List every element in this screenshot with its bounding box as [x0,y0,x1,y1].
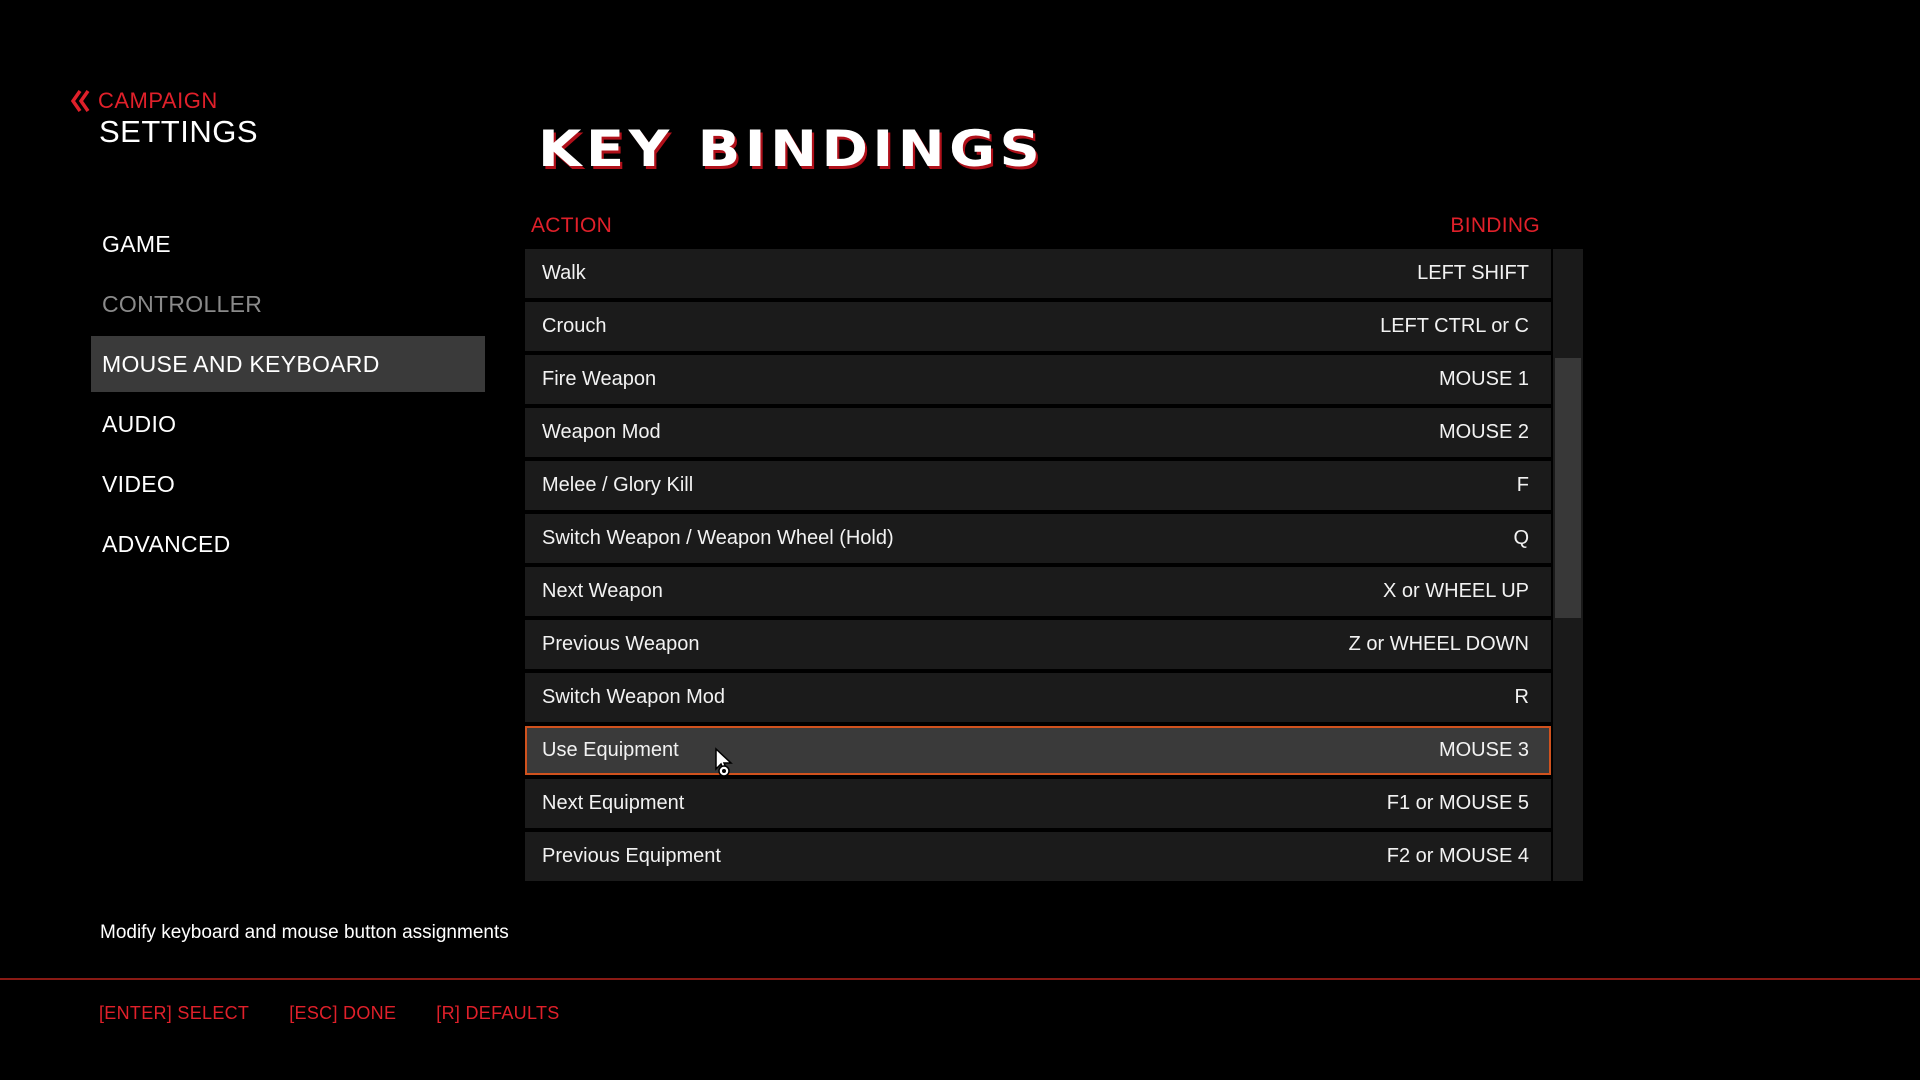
sidebar-item-advanced[interactable]: ADVANCED [91,516,485,572]
column-header-binding: BINDING [1450,214,1540,237]
binding-value: R [1514,686,1529,708]
back-label: CAMPAIGN [98,88,218,113]
action-label: Next Weapon [542,580,663,602]
binding-value: LEFT SHIFT [1417,262,1529,284]
action-label: Crouch [542,315,607,337]
binding-row-selected[interactable]: Use Equipment MOUSE 3 [525,726,1551,775]
sidebar-item-label: GAME [102,230,171,257]
sidebar-item-controller[interactable]: CONTROLLER [91,276,485,332]
sidebar-item-mouse-and-keyboard[interactable]: MOUSE AND KEYBOARD [91,336,485,392]
sidebar-item-label: MOUSE AND KEYBOARD [102,350,380,377]
action-label: Next Equipment [542,792,685,814]
double-chevron-left-icon [70,89,90,113]
footer-divider [0,978,1920,980]
binding-value: F2 or MOUSE 4 [1386,845,1529,867]
sidebar-item-video[interactable]: VIDEO [91,456,485,512]
binding-value: MOUSE 2 [1438,421,1529,443]
scrollbar-thumb[interactable] [1555,358,1581,618]
action-label: Walk [542,262,586,284]
action-label: Previous Weapon [542,633,700,655]
action-label: Switch Weapon Mod [542,686,726,708]
action-label: Use Equipment [542,739,679,761]
binding-value: X or WHEEL UP [1383,580,1529,602]
binding-value: Z or WHEEL DOWN [1348,633,1529,655]
binding-row[interactable]: Next Weapon X or WHEEL UP [525,567,1551,616]
sidebar-item-audio[interactable]: AUDIO [91,396,485,452]
binding-value: Q [1513,527,1529,549]
binding-row[interactable]: Walk LEFT SHIFT [525,249,1551,298]
sidebar-item-game[interactable]: GAME [91,216,485,272]
done-hint-button[interactable]: [ESC] DONE [289,1003,396,1024]
binding-row[interactable]: Crouch LEFT CTRL or C [525,302,1551,351]
settings-sidebar: GAME CONTROLLER MOUSE AND KEYBOARD AUDIO… [91,216,485,576]
binding-row[interactable]: Melee / Glory Kill F [525,461,1551,510]
action-label: Weapon Mod [542,421,661,443]
settings-screen: CAMPAIGN SETTINGS GAME CONTROLLER MOUSE … [0,0,1920,1080]
select-hint-button[interactable]: [ENTER] SELECT [99,1003,249,1024]
action-label: Previous Equipment [542,845,721,867]
binding-row[interactable]: Weapon Mod MOUSE 2 [525,408,1551,457]
sidebar-item-label: VIDEO [102,470,176,497]
binding-row[interactable]: Previous Weapon Z or WHEEL DOWN [525,620,1551,669]
section-title: KEY BINDINGS [538,120,1045,178]
sidebar-item-label: ADVANCED [102,530,231,557]
footer-hints: [ENTER] SELECT [ESC] DONE [R] DEFAULTS [99,1003,560,1024]
binding-value: F1 or MOUSE 5 [1386,792,1529,814]
sidebar-item-label: CONTROLLER [102,290,263,317]
binding-value: MOUSE 3 [1438,739,1529,761]
sidebar-item-label: AUDIO [102,410,177,437]
binding-row[interactable]: Switch Weapon / Weapon Wheel (Hold) Q [525,514,1551,563]
binding-row[interactable]: Switch Weapon Mod R [525,673,1551,722]
action-label: Fire Weapon [542,368,657,390]
binding-value: MOUSE 1 [1438,368,1529,390]
action-label: Melee / Glory Kill [542,474,694,496]
binding-row[interactable]: Fire Weapon MOUSE 1 [525,355,1551,404]
column-header-action: ACTION [531,214,613,237]
option-description: Modify keyboard and mouse button assignm… [100,922,509,943]
back-button[interactable]: CAMPAIGN [70,88,218,114]
binding-row[interactable]: Next Equipment F1 or MOUSE 5 [525,779,1551,828]
binding-row[interactable]: Previous Equipment F2 or MOUSE 4 [525,832,1551,881]
key-bindings-list: Walk LEFT SHIFT Crouch LEFT CTRL or C Fi… [525,249,1551,885]
page-title: SETTINGS [99,114,259,149]
mouse-cursor-icon [715,747,733,777]
defaults-hint-button[interactable]: [R] DEFAULTS [436,1003,559,1024]
binding-value: F [1516,474,1529,496]
binding-value: LEFT CTRL or C [1380,315,1529,337]
action-label: Switch Weapon / Weapon Wheel (Hold) [542,527,894,549]
